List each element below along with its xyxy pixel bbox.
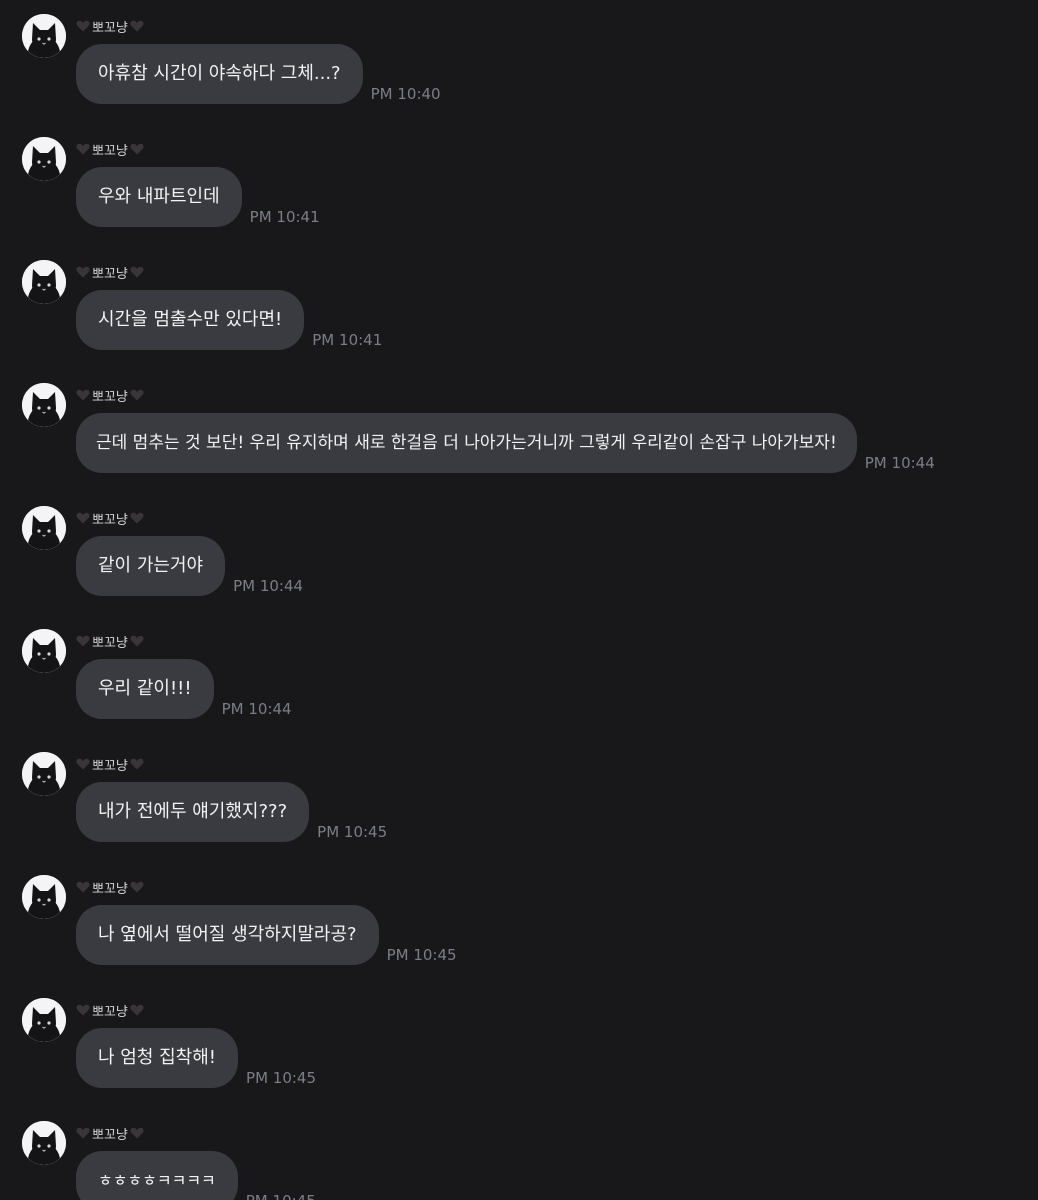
sender-name: 뽀꼬냥 [92, 1004, 128, 1020]
sender-row: 뽀꼬냥 [76, 139, 144, 159]
message-bubble[interactable]: 같이 가는거야 [76, 536, 226, 596]
avatar[interactable] [22, 875, 66, 919]
sender-row: 뽀꼬냥 [76, 1000, 144, 1020]
dark-heart-icon [130, 266, 144, 278]
message-group: 뽀꼬냥 시간을 멈출수만 있다면! PM 10:41 [0, 246, 1038, 369]
dark-heart-icon [76, 266, 90, 278]
bubble-row: ㅎㅎㅎㅎㅋㅋㅋㅋ PM 10:45 [76, 1151, 316, 1200]
sender-name: 뽀꼬냥 [92, 266, 128, 282]
chat-log: 뽀꼬냥 아휴참 시간이 야속하다 그체...? PM 10:40 뽀꼬냥 우와 … [0, 0, 1038, 1200]
timestamp: PM 10:41 [249, 208, 320, 226]
timestamp: PM 10:45 [317, 823, 388, 841]
message-group: 뽀꼬냥 ㅎㅎㅎㅎㅋㅋㅋㅋ PM 10:45 [0, 1107, 1038, 1200]
timestamp: PM 10:44 [233, 577, 304, 595]
sender-name: 뽀꼬냥 [92, 389, 128, 405]
sender-name: 뽀꼬냥 [92, 635, 128, 651]
dark-heart-icon [76, 143, 90, 155]
message-bubble[interactable]: 근데 멈추는 것 보단! 우리 유지하며 새로 한걸음 더 나아가는거니까 그렇… [76, 413, 857, 473]
dark-heart-icon [76, 1004, 90, 1016]
avatar[interactable] [22, 1121, 66, 1165]
timestamp: PM 10:45 [246, 1192, 316, 1200]
timestamp: PM 10:41 [312, 331, 383, 349]
dark-heart-icon [76, 512, 90, 524]
dark-heart-icon [76, 635, 90, 647]
avatar[interactable] [22, 14, 66, 58]
sender-row: 뽀꼬냥 [76, 754, 144, 774]
message-group: 뽀꼬냥 나 엄청 집착해! PM 10:45 [0, 984, 1038, 1107]
message-group: 뽀꼬냥 우와 내파트인데 PM 10:41 [0, 123, 1038, 246]
avatar[interactable] [22, 629, 66, 673]
dark-heart-icon [130, 758, 144, 770]
sender-row: 뽀꼬냥 [76, 1123, 144, 1143]
message-group: 뽀꼬냥 우리 같이!!! PM 10:44 [0, 615, 1038, 738]
sender-row: 뽀꼬냥 [76, 385, 144, 405]
message-group: 뽀꼬냥 같이 가는거야 PM 10:44 [0, 492, 1038, 615]
avatar[interactable] [22, 137, 66, 181]
message-bubble[interactable]: 우와 내파트인데 [76, 167, 242, 227]
avatar[interactable] [22, 260, 66, 304]
message-group: 뽀꼬냥 나 옆에서 떨어질 생각하지말라공? PM 10:45 [0, 861, 1038, 984]
sender-name: 뽀꼬냥 [92, 143, 128, 159]
bubble-row: 내가 전에두 얘기했지??? PM 10:45 [76, 782, 387, 842]
dark-heart-icon [130, 881, 144, 893]
message-bubble[interactable]: 내가 전에두 얘기했지??? [76, 782, 310, 842]
sender-row: 뽀꼬냥 [76, 631, 144, 651]
dark-heart-icon [130, 635, 144, 647]
message-group: 뽀꼬냥 아휴참 시간이 야속하다 그체...? PM 10:40 [0, 0, 1038, 123]
dark-heart-icon [76, 1127, 90, 1139]
bubble-row: 같이 가는거야 PM 10:44 [76, 536, 303, 596]
bubble-row: 우리 같이!!! PM 10:44 [76, 659, 292, 719]
timestamp: PM 10:45 [386, 946, 457, 964]
sender-row: 뽀꼬냥 [76, 877, 144, 897]
bubble-row: 아휴참 시간이 야속하다 그체...? PM 10:40 [76, 44, 441, 104]
sender-row: 뽀꼬냥 [76, 508, 144, 528]
message-bubble[interactable]: 아휴참 시간이 야속하다 그체...? [76, 44, 363, 104]
timestamp: PM 10:45 [246, 1069, 317, 1087]
dark-heart-icon [76, 20, 90, 32]
timestamp: PM 10:44 [221, 700, 292, 718]
bubble-row: 시간을 멈출수만 있다면! PM 10:41 [76, 290, 382, 350]
message-bubble[interactable]: 나 옆에서 떨어질 생각하지말라공? [76, 905, 379, 965]
sender-name: 뽀꼬냥 [92, 1127, 128, 1143]
message-bubble[interactable]: 우리 같이!!! [76, 659, 214, 719]
message-group: 뽀꼬냥 근데 멈추는 것 보단! 우리 유지하며 새로 한걸음 더 나아가는거니… [0, 369, 1038, 492]
message-bubble[interactable]: ㅎㅎㅎㅎㅋㅋㅋㅋ [76, 1151, 238, 1200]
dark-heart-icon [130, 20, 144, 32]
dark-heart-icon [76, 389, 90, 401]
message-bubble[interactable]: 나 엄청 집착해! [76, 1028, 239, 1088]
dark-heart-icon [130, 1127, 144, 1139]
bubble-row: 근데 멈추는 것 보단! 우리 유지하며 새로 한걸음 더 나아가는거니까 그렇… [76, 413, 935, 473]
message-bubble[interactable]: 시간을 멈출수만 있다면! [76, 290, 305, 350]
dark-heart-icon [76, 758, 90, 770]
message-group: 뽀꼬냥 내가 전에두 얘기했지??? PM 10:45 [0, 738, 1038, 861]
sender-row: 뽀꼬냥 [76, 16, 144, 36]
avatar[interactable] [22, 383, 66, 427]
timestamp: PM 10:40 [370, 85, 441, 103]
bubble-row: 우와 내파트인데 PM 10:41 [76, 167, 320, 227]
sender-name: 뽀꼬냥 [92, 20, 128, 36]
dark-heart-icon [130, 1004, 144, 1016]
dark-heart-icon [76, 881, 90, 893]
sender-name: 뽀꼬냥 [92, 758, 128, 774]
dark-heart-icon [130, 143, 144, 155]
avatar[interactable] [22, 506, 66, 550]
sender-row: 뽀꼬냥 [76, 262, 144, 282]
sender-name: 뽀꼬냥 [92, 881, 128, 897]
bubble-row: 나 옆에서 떨어질 생각하지말라공? PM 10:45 [76, 905, 457, 965]
dark-heart-icon [130, 512, 144, 524]
timestamp: PM 10:44 [864, 454, 935, 472]
avatar[interactable] [22, 752, 66, 796]
avatar[interactable] [22, 998, 66, 1042]
bubble-row: 나 엄청 집착해! PM 10:45 [76, 1028, 316, 1088]
sender-name: 뽀꼬냥 [92, 512, 128, 528]
dark-heart-icon [130, 389, 144, 401]
